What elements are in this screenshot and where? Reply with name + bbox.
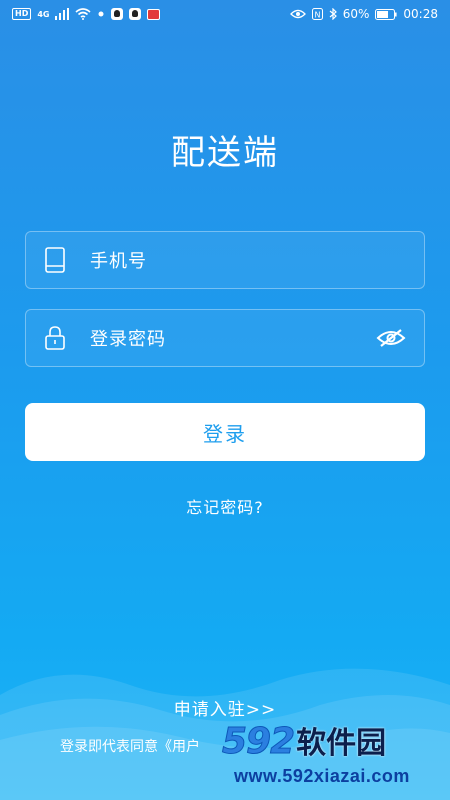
qq-icon-2 [129,8,142,20]
status-bar: HD 4G N 60% 00:28 [0,0,450,28]
watermark-logo: 592 软件园 [221,718,387,763]
eye-comfort-icon [289,9,306,19]
forgot-password-link[interactable]: 忘记密码? [0,494,450,518]
watermark-url: www.592xiazai.com [234,766,410,786]
lock-icon [44,325,66,351]
password-placeholder: 登录密码 [90,329,166,350]
eye-off-icon[interactable] [376,328,406,348]
svg-text:N: N [314,11,320,20]
wifi-icon [75,8,92,20]
phone-icon [44,247,66,273]
signal-icon [55,8,70,20]
watermark-number: 592 [221,721,295,763]
login-button[interactable]: 登录 [25,403,425,461]
watermark-name: 软件园 [296,726,387,761]
status-right: N 60% 00:28 [289,7,438,21]
agreement-text[interactable]: 登录即代表同意《用户 [60,736,200,756]
hd-badge: HD [12,8,32,20]
battery-icon [375,8,398,20]
phone-placeholder: 手机号 [90,251,147,272]
watermark: 592 软件园 www.592xiazai.com [221,718,448,798]
clock: 00:28 [403,7,438,21]
nfc-icon: N [311,8,323,20]
qq-icon [111,8,124,20]
notification-dot-icon [98,11,104,17]
battery-percent: 60% [342,7,370,21]
apply-link[interactable]: 申请入驻>> [0,695,450,720]
page-title: 配送端 [171,133,279,173]
password-input[interactable]: 登录密码 [25,309,425,367]
network-type: 4G [37,9,50,19]
message-icon [147,8,161,20]
bluetooth-icon [329,8,337,20]
status-left: HD 4G [12,8,161,20]
phone-input[interactable]: 手机号 [25,231,425,289]
